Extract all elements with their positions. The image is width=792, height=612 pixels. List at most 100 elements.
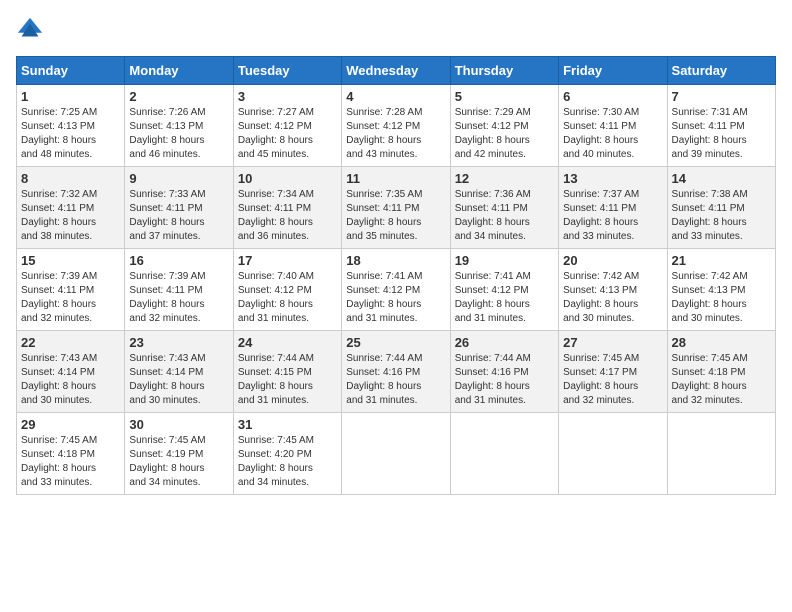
table-row: 15 Sunrise: 7:39 AMSunset: 4:11 PMDaylig… <box>17 249 125 331</box>
day-info: Sunrise: 7:45 AMSunset: 4:20 PMDaylight:… <box>238 435 314 488</box>
day-info: Sunrise: 7:43 AMSunset: 4:14 PMDaylight:… <box>21 353 97 406</box>
table-row: 12 Sunrise: 7:36 AMSunset: 4:11 PMDaylig… <box>450 167 558 249</box>
calendar-row-week1: 1 Sunrise: 7:25 AMSunset: 4:13 PMDayligh… <box>17 85 776 167</box>
logo-icon <box>16 16 44 44</box>
day-number: 6 <box>563 89 662 104</box>
table-row <box>559 413 667 495</box>
day-number: 2 <box>129 89 228 104</box>
table-row <box>342 413 450 495</box>
table-row: 22 Sunrise: 7:43 AMSunset: 4:14 PMDaylig… <box>17 331 125 413</box>
day-number: 18 <box>346 253 445 268</box>
table-row: 5 Sunrise: 7:29 AMSunset: 4:12 PMDayligh… <box>450 85 558 167</box>
header-row: SundayMondayTuesdayWednesdayThursdayFrid… <box>17 57 776 85</box>
table-row: 30 Sunrise: 7:45 AMSunset: 4:19 PMDaylig… <box>125 413 233 495</box>
table-row: 4 Sunrise: 7:28 AMSunset: 4:12 PMDayligh… <box>342 85 450 167</box>
table-row: 11 Sunrise: 7:35 AMSunset: 4:11 PMDaylig… <box>342 167 450 249</box>
day-info: Sunrise: 7:34 AMSunset: 4:11 PMDaylight:… <box>238 189 314 242</box>
table-row: 25 Sunrise: 7:44 AMSunset: 4:16 PMDaylig… <box>342 331 450 413</box>
day-number: 16 <box>129 253 228 268</box>
day-number: 22 <box>21 335 120 350</box>
day-info: Sunrise: 7:41 AMSunset: 4:12 PMDaylight:… <box>346 271 422 324</box>
col-header-monday: Monday <box>125 57 233 85</box>
day-number: 15 <box>21 253 120 268</box>
day-number: 14 <box>672 171 771 186</box>
day-number: 4 <box>346 89 445 104</box>
table-row: 7 Sunrise: 7:31 AMSunset: 4:11 PMDayligh… <box>667 85 775 167</box>
table-row: 9 Sunrise: 7:33 AMSunset: 4:11 PMDayligh… <box>125 167 233 249</box>
day-info: Sunrise: 7:35 AMSunset: 4:11 PMDaylight:… <box>346 189 422 242</box>
calendar-row-week2: 8 Sunrise: 7:32 AMSunset: 4:11 PMDayligh… <box>17 167 776 249</box>
table-row: 17 Sunrise: 7:40 AMSunset: 4:12 PMDaylig… <box>233 249 341 331</box>
day-info: Sunrise: 7:44 AMSunset: 4:15 PMDaylight:… <box>238 353 314 406</box>
day-info: Sunrise: 7:37 AMSunset: 4:11 PMDaylight:… <box>563 189 639 242</box>
col-header-thursday: Thursday <box>450 57 558 85</box>
table-row: 20 Sunrise: 7:42 AMSunset: 4:13 PMDaylig… <box>559 249 667 331</box>
day-info: Sunrise: 7:31 AMSunset: 4:11 PMDaylight:… <box>672 107 748 160</box>
day-info: Sunrise: 7:40 AMSunset: 4:12 PMDaylight:… <box>238 271 314 324</box>
day-info: Sunrise: 7:45 AMSunset: 4:17 PMDaylight:… <box>563 353 639 406</box>
day-number: 13 <box>563 171 662 186</box>
day-info: Sunrise: 7:39 AMSunset: 4:11 PMDaylight:… <box>129 271 205 324</box>
day-number: 11 <box>346 171 445 186</box>
day-info: Sunrise: 7:32 AMSunset: 4:11 PMDaylight:… <box>21 189 97 242</box>
day-number: 29 <box>21 417 120 432</box>
table-row: 23 Sunrise: 7:43 AMSunset: 4:14 PMDaylig… <box>125 331 233 413</box>
day-number: 17 <box>238 253 337 268</box>
day-info: Sunrise: 7:38 AMSunset: 4:11 PMDaylight:… <box>672 189 748 242</box>
day-info: Sunrise: 7:39 AMSunset: 4:11 PMDaylight:… <box>21 271 97 324</box>
day-number: 7 <box>672 89 771 104</box>
day-info: Sunrise: 7:36 AMSunset: 4:11 PMDaylight:… <box>455 189 531 242</box>
table-row: 29 Sunrise: 7:45 AMSunset: 4:18 PMDaylig… <box>17 413 125 495</box>
table-row: 31 Sunrise: 7:45 AMSunset: 4:20 PMDaylig… <box>233 413 341 495</box>
day-info: Sunrise: 7:45 AMSunset: 4:18 PMDaylight:… <box>21 435 97 488</box>
day-info: Sunrise: 7:42 AMSunset: 4:13 PMDaylight:… <box>563 271 639 324</box>
day-number: 26 <box>455 335 554 350</box>
day-info: Sunrise: 7:45 AMSunset: 4:19 PMDaylight:… <box>129 435 205 488</box>
day-number: 5 <box>455 89 554 104</box>
calendar-table: SundayMondayTuesdayWednesdayThursdayFrid… <box>16 56 776 495</box>
table-row: 19 Sunrise: 7:41 AMSunset: 4:12 PMDaylig… <box>450 249 558 331</box>
day-info: Sunrise: 7:44 AMSunset: 4:16 PMDaylight:… <box>346 353 422 406</box>
table-row: 10 Sunrise: 7:34 AMSunset: 4:11 PMDaylig… <box>233 167 341 249</box>
day-number: 8 <box>21 171 120 186</box>
day-number: 25 <box>346 335 445 350</box>
day-number: 27 <box>563 335 662 350</box>
day-info: Sunrise: 7:45 AMSunset: 4:18 PMDaylight:… <box>672 353 748 406</box>
day-info: Sunrise: 7:43 AMSunset: 4:14 PMDaylight:… <box>129 353 205 406</box>
table-row: 8 Sunrise: 7:32 AMSunset: 4:11 PMDayligh… <box>17 167 125 249</box>
col-header-tuesday: Tuesday <box>233 57 341 85</box>
col-header-wednesday: Wednesday <box>342 57 450 85</box>
table-row: 2 Sunrise: 7:26 AMSunset: 4:13 PMDayligh… <box>125 85 233 167</box>
calendar-row-week3: 15 Sunrise: 7:39 AMSunset: 4:11 PMDaylig… <box>17 249 776 331</box>
table-row <box>450 413 558 495</box>
day-number: 20 <box>563 253 662 268</box>
col-header-friday: Friday <box>559 57 667 85</box>
day-info: Sunrise: 7:27 AMSunset: 4:12 PMDaylight:… <box>238 107 314 160</box>
day-number: 10 <box>238 171 337 186</box>
day-number: 23 <box>129 335 228 350</box>
table-row: 28 Sunrise: 7:45 AMSunset: 4:18 PMDaylig… <box>667 331 775 413</box>
day-number: 1 <box>21 89 120 104</box>
table-row: 16 Sunrise: 7:39 AMSunset: 4:11 PMDaylig… <box>125 249 233 331</box>
table-row: 24 Sunrise: 7:44 AMSunset: 4:15 PMDaylig… <box>233 331 341 413</box>
day-info: Sunrise: 7:41 AMSunset: 4:12 PMDaylight:… <box>455 271 531 324</box>
day-info: Sunrise: 7:25 AMSunset: 4:13 PMDaylight:… <box>21 107 97 160</box>
col-header-sunday: Sunday <box>17 57 125 85</box>
page-header <box>16 16 776 44</box>
table-row: 6 Sunrise: 7:30 AMSunset: 4:11 PMDayligh… <box>559 85 667 167</box>
day-info: Sunrise: 7:33 AMSunset: 4:11 PMDaylight:… <box>129 189 205 242</box>
day-number: 9 <box>129 171 228 186</box>
table-row: 27 Sunrise: 7:45 AMSunset: 4:17 PMDaylig… <box>559 331 667 413</box>
day-number: 28 <box>672 335 771 350</box>
calendar-row-week5: 29 Sunrise: 7:45 AMSunset: 4:18 PMDaylig… <box>17 413 776 495</box>
day-number: 3 <box>238 89 337 104</box>
table-row: 1 Sunrise: 7:25 AMSunset: 4:13 PMDayligh… <box>17 85 125 167</box>
table-row: 26 Sunrise: 7:44 AMSunset: 4:16 PMDaylig… <box>450 331 558 413</box>
logo <box>16 16 48 44</box>
day-info: Sunrise: 7:42 AMSunset: 4:13 PMDaylight:… <box>672 271 748 324</box>
day-info: Sunrise: 7:26 AMSunset: 4:13 PMDaylight:… <box>129 107 205 160</box>
col-header-saturday: Saturday <box>667 57 775 85</box>
table-row: 3 Sunrise: 7:27 AMSunset: 4:12 PMDayligh… <box>233 85 341 167</box>
day-info: Sunrise: 7:29 AMSunset: 4:12 PMDaylight:… <box>455 107 531 160</box>
table-row: 13 Sunrise: 7:37 AMSunset: 4:11 PMDaylig… <box>559 167 667 249</box>
